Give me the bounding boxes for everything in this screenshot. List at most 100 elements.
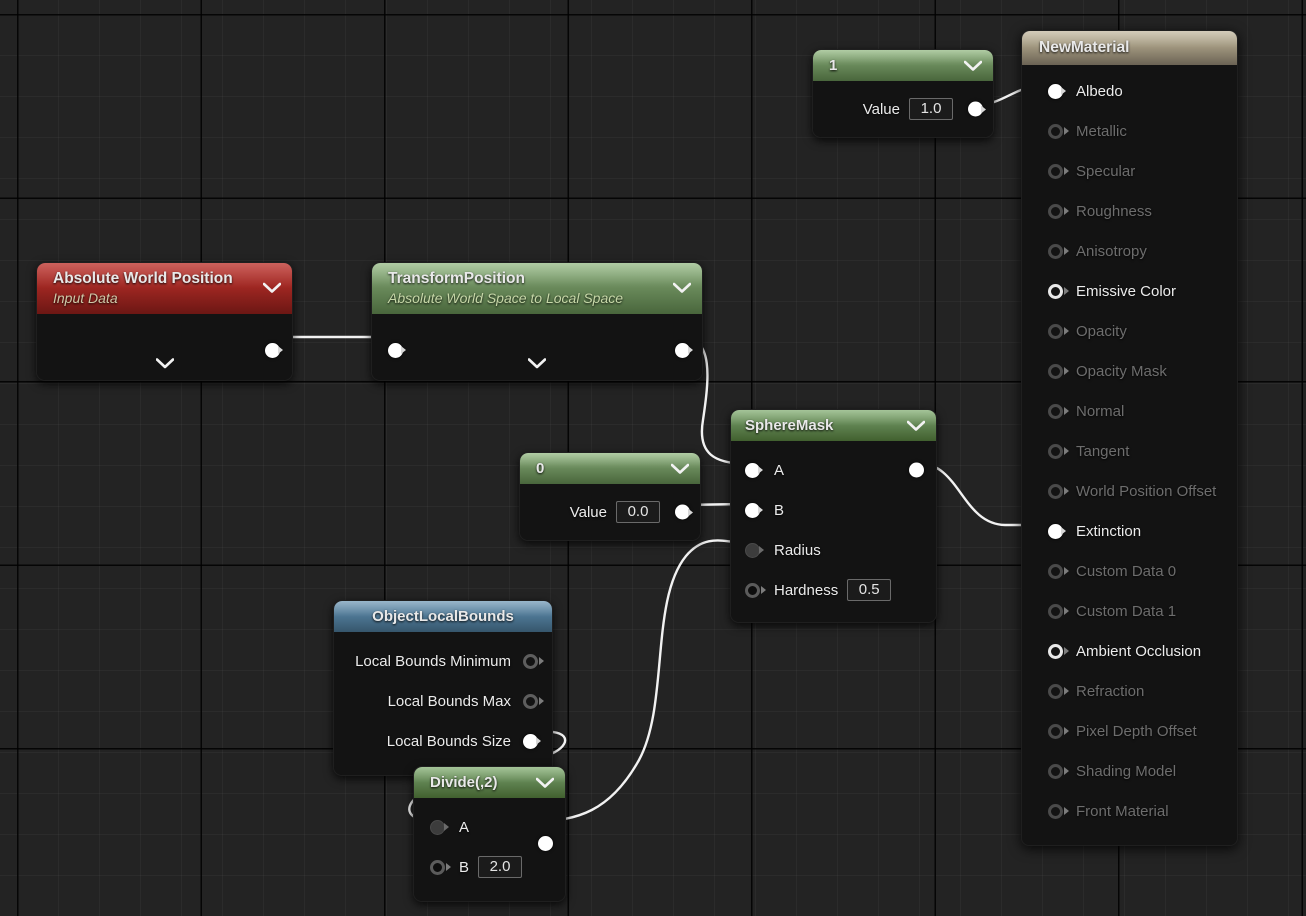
material-input-metallic[interactable]: Metallic [1022, 111, 1237, 151]
node-graph-canvas[interactable]: NewMaterial Albedo Metallic Specular Rou… [0, 0, 1306, 916]
material-output-title: NewMaterial [1039, 39, 1130, 56]
material-input-label: Custom Data 0 [1076, 562, 1177, 580]
material-input-label: Metallic [1076, 122, 1127, 140]
pin-shading-model[interactable] [1048, 763, 1063, 779]
pin-roughness[interactable] [1048, 203, 1063, 219]
chevron-down-icon[interactable] [527, 356, 547, 374]
material-input-refraction[interactable]: Refraction [1022, 671, 1237, 711]
pin-pixel-depth-offset[interactable] [1048, 723, 1063, 739]
material-input-opacity[interactable]: Opacity [1022, 311, 1237, 351]
pin-refraction[interactable] [1048, 683, 1063, 699]
sphere-mask-hardness-field[interactable]: 0.5 [847, 579, 892, 601]
material-input-custom-data-1[interactable]: Custom Data 1 [1022, 591, 1237, 631]
divide-node[interactable]: Divide(,2) A B 2.0 [413, 766, 566, 902]
transform-position-header: TransformPosition Absolute World Space t… [372, 263, 702, 314]
material-input-shading-model[interactable]: Shading Model [1022, 751, 1237, 791]
absolute-world-position-node[interactable]: Absolute World Position Input Data [36, 262, 293, 381]
pin-ambient-occlusion[interactable] [1048, 643, 1063, 659]
divide-input-a[interactable]: A [414, 807, 565, 851]
material-input-label: Roughness [1076, 202, 1152, 220]
material-input-ambient-occlusion[interactable]: Ambient Occlusion [1022, 631, 1237, 671]
material-input-pixel-depth-offset[interactable]: Pixel Depth Offset [1022, 711, 1237, 751]
pin-transform-position-output[interactable] [675, 342, 690, 358]
material-input-label: Specular [1076, 162, 1136, 180]
material-input-label: Normal [1076, 402, 1125, 420]
wire-divide-to-spheremask-radius [535, 539, 750, 823]
pin-sphere-mask-output[interactable] [909, 462, 924, 478]
sphere-mask-input-a[interactable]: A [731, 450, 936, 490]
sphere-mask-node[interactable]: SphereMask A B Radius Hardness 0.5 [730, 409, 937, 623]
material-input-opacity-mask[interactable]: Opacity Mask [1022, 351, 1237, 391]
object-local-bounds-body: Local Bounds Minimum Local Bounds Max Lo… [334, 632, 552, 775]
pin-extinction[interactable] [1048, 523, 1063, 539]
chevron-down-icon[interactable] [671, 463, 689, 474]
sphere-mask-input-b[interactable]: B [731, 490, 936, 530]
object-local-bounds-output-minimum[interactable]: Local Bounds Minimum [334, 641, 552, 681]
pin-sphere-mask-b[interactable] [745, 502, 760, 518]
pin-local-bounds-size[interactable] [523, 733, 538, 749]
divide-input-b[interactable]: B 2.0 [414, 847, 565, 887]
pin-front-material[interactable] [1048, 803, 1063, 819]
constant-one-value-field[interactable]: 1.0 [909, 98, 953, 120]
object-local-bounds-output-size[interactable]: Local Bounds Size [334, 721, 552, 761]
material-output-input-list: Albedo Metallic Specular Roughness Aniso… [1022, 65, 1237, 845]
sphere-mask-input-radius[interactable]: Radius [731, 530, 936, 570]
divide-body: A B 2.0 [414, 798, 565, 901]
pin-constant-zero-output[interactable] [675, 504, 690, 520]
material-input-albedo[interactable]: Albedo [1022, 71, 1237, 111]
pin-opacity[interactable] [1048, 323, 1063, 339]
pin-local-bounds-max[interactable] [523, 693, 538, 709]
pin-normal[interactable] [1048, 403, 1063, 419]
pin-opacity-mask[interactable] [1048, 363, 1063, 379]
pin-local-bounds-minimum[interactable] [523, 653, 538, 669]
material-input-custom-data-0[interactable]: Custom Data 0 [1022, 551, 1237, 591]
pin-sphere-mask-radius[interactable] [745, 542, 760, 558]
transform-position-subtitle: Absolute World Space to Local Space [388, 290, 624, 307]
material-output-node[interactable]: NewMaterial Albedo Metallic Specular Rou… [1021, 30, 1238, 847]
constant-zero-node[interactable]: 0 Value 0.0 [519, 452, 701, 541]
transform-position-node[interactable]: TransformPosition Absolute World Space t… [371, 262, 703, 381]
material-input-roughness[interactable]: Roughness [1022, 191, 1237, 231]
pin-metallic[interactable] [1048, 123, 1063, 139]
material-input-extinction[interactable]: Extinction [1022, 511, 1237, 551]
divide-b-field[interactable]: 2.0 [478, 856, 523, 878]
absolute-world-position-subtitle: Input Data [53, 290, 118, 307]
constant-zero-value-field[interactable]: 0.0 [616, 501, 660, 523]
sphere-mask-input-hardness[interactable]: Hardness 0.5 [731, 570, 936, 610]
pin-sphere-mask-hardness[interactable] [745, 582, 760, 598]
chevron-down-icon[interactable] [536, 777, 554, 788]
material-input-anisotropy[interactable]: Anisotropy [1022, 231, 1237, 271]
pin-sphere-mask-a[interactable] [745, 462, 760, 478]
sphere-mask-header: SphereMask [731, 410, 936, 441]
material-input-front-material[interactable]: Front Material [1022, 791, 1237, 831]
material-input-label: Shading Model [1076, 762, 1177, 780]
constant-one-node[interactable]: 1 Value 1.0 [812, 49, 994, 138]
pin-custom-data-0[interactable] [1048, 563, 1063, 579]
pin-albedo[interactable] [1048, 83, 1063, 99]
pin-emissive-color[interactable] [1048, 283, 1063, 299]
chevron-down-icon[interactable] [907, 420, 925, 431]
material-input-label: Front Material [1076, 802, 1169, 820]
chevron-down-icon[interactable] [964, 60, 982, 71]
pin-specular[interactable] [1048, 163, 1063, 179]
material-input-emissive-color[interactable]: Emissive Color [1022, 271, 1237, 311]
pin-constant-one-output[interactable] [968, 101, 983, 117]
pin-divide-a[interactable] [430, 819, 445, 835]
material-input-world-position-offset[interactable]: World Position Offset [1022, 471, 1237, 511]
pin-divide-b[interactable] [430, 859, 445, 875]
chevron-down-icon[interactable] [673, 283, 691, 294]
pin-anisotropy[interactable] [1048, 243, 1063, 259]
material-input-tangent[interactable]: Tangent [1022, 431, 1237, 471]
pin-transform-position-input[interactable] [388, 342, 403, 358]
chevron-down-icon[interactable] [263, 283, 281, 294]
pin-absolute-world-position-output[interactable] [265, 342, 280, 358]
object-local-bounds-output-max[interactable]: Local Bounds Max [334, 681, 552, 721]
pin-custom-data-1[interactable] [1048, 603, 1063, 619]
material-input-normal[interactable]: Normal [1022, 391, 1237, 431]
pin-world-position-offset[interactable] [1048, 483, 1063, 499]
material-input-specular[interactable]: Specular [1022, 151, 1237, 191]
pin-tangent[interactable] [1048, 443, 1063, 459]
material-output-header: NewMaterial [1022, 31, 1237, 66]
object-local-bounds-node[interactable]: ObjectLocalBounds Local Bounds Minimum L… [333, 600, 553, 776]
chevron-down-icon[interactable] [155, 356, 174, 374]
